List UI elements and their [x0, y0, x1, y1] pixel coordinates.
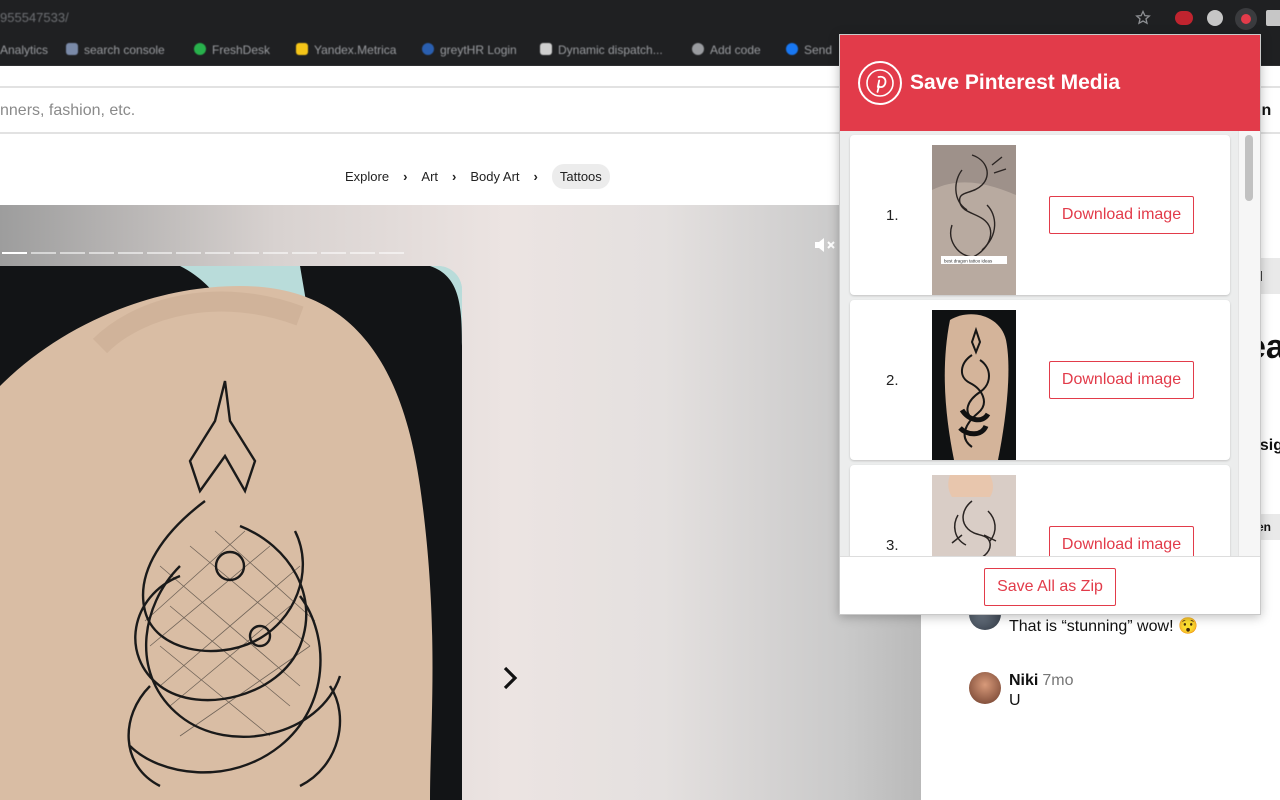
- media-item: 3. Download image: [850, 465, 1230, 556]
- dragon-tattoo-image: [0, 266, 462, 800]
- media-thumbnail: [932, 475, 1016, 556]
- bookmark-search-console[interactable]: search console: [66, 43, 165, 57]
- comment-text: That is “stunning” wow! 😯: [1009, 618, 1198, 635]
- chevron-right-icon: ›: [452, 169, 457, 184]
- bookmark-send[interactable]: Send: [786, 43, 832, 57]
- save-all-zip-button[interactable]: Save All as Zip: [984, 568, 1116, 606]
- mute-icon[interactable]: [814, 236, 836, 254]
- download-image-button[interactable]: Download image: [1049, 361, 1194, 399]
- media-thumbnail: best dragon tattoo ideas: [932, 145, 1016, 295]
- download-image-button[interactable]: Download image: [1049, 526, 1194, 556]
- item-number: 3.: [886, 537, 899, 554]
- bookmark-analytics[interactable]: Analytics: [0, 43, 48, 57]
- media-thumbnail: [932, 310, 1016, 460]
- scrollbar-thumb[interactable]: [1245, 135, 1253, 201]
- tattoo-photo: [0, 266, 462, 800]
- download-image-button[interactable]: Download image: [1049, 196, 1194, 234]
- adblock-extension-icon[interactable]: [1175, 11, 1193, 25]
- shield-extension-icon[interactable]: [1207, 10, 1223, 26]
- media-list[interactable]: 1. best dragon tattoo ideas Download ima…: [840, 131, 1260, 556]
- svg-text:best dragon tattoo ideas: best dragon tattoo ideas: [944, 259, 993, 264]
- save-pinterest-media-popup: Save Pinterest Media 1. best dragon tatt…: [839, 34, 1261, 615]
- chevron-right-icon: ›: [533, 169, 538, 184]
- bookmark-add-code[interactable]: Add code: [692, 43, 761, 57]
- comment-author[interactable]: Niki: [1009, 672, 1038, 689]
- avatar[interactable]: [969, 672, 1001, 704]
- address-bar[interactable]: 955547533/: [0, 10, 69, 25]
- media-list-scrollbar[interactable]: [1238, 131, 1260, 556]
- bookmark-freshdesk[interactable]: FreshDesk: [194, 43, 270, 57]
- bookmark-yandex-metrica[interactable]: Yandex.Metrica: [296, 43, 396, 57]
- popup-footer: Save All as Zip: [840, 556, 1260, 614]
- pinterest-extension-button[interactable]: [1235, 8, 1257, 30]
- pin-media-stage: [0, 205, 921, 800]
- comment-text: U: [1009, 692, 1021, 709]
- popup-title: Save Pinterest Media: [910, 71, 1121, 94]
- search-placeholder: nners, fashion, etc.: [0, 102, 136, 119]
- bookmark-star-icon[interactable]: [1135, 10, 1151, 26]
- media-item: 2. Download image: [850, 300, 1230, 460]
- bookmark-greythr[interactable]: greytHR Login: [422, 43, 517, 57]
- next-arrow-icon[interactable]: [496, 664, 524, 692]
- pinterest-logo-icon: [858, 61, 902, 105]
- puzzle-extensions-icon[interactable]: [1266, 10, 1280, 26]
- breadcrumb: Explore › Art › Body Art › Tattoos: [345, 164, 610, 189]
- comment-time: 7mo: [1042, 672, 1074, 689]
- media-item: 1. best dragon tattoo ideas Download ima…: [850, 135, 1230, 295]
- item-number: 2.: [886, 372, 899, 389]
- story-progress: [2, 252, 404, 254]
- breadcrumb-body-art[interactable]: Body Art: [470, 169, 519, 184]
- breadcrumb-art[interactable]: Art: [421, 169, 438, 184]
- bookmark-dynamic-dispatch[interactable]: Dynamic dispatch...: [540, 43, 663, 57]
- item-number: 1.: [886, 207, 899, 224]
- breadcrumb-explore[interactable]: Explore: [345, 169, 389, 184]
- chevron-right-icon: ›: [403, 169, 408, 184]
- breadcrumb-tattoos[interactable]: Tattoos: [551, 164, 610, 189]
- browser-toolbar: 955547533/: [0, 0, 1280, 36]
- comment: Niki 7mo U: [969, 672, 1073, 710]
- popup-header: Save Pinterest Media: [840, 35, 1260, 131]
